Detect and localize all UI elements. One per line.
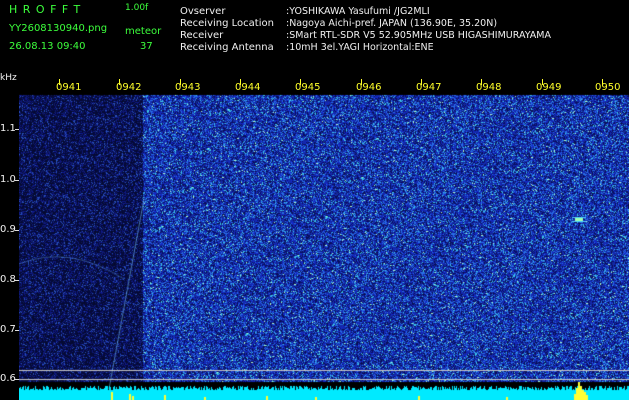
mode-label: meteor bbox=[125, 26, 162, 37]
time-label: 0948 bbox=[476, 82, 502, 93]
time-label: 0946 bbox=[356, 82, 382, 93]
meteor-count: 37 bbox=[140, 41, 153, 52]
spectrogram-waterfall bbox=[19, 79, 629, 400]
y-tick-label: 0.9 bbox=[0, 224, 16, 235]
time-label: 0944 bbox=[235, 82, 261, 93]
observer-label: Ovserver bbox=[180, 6, 226, 17]
app-logo: HROFFT bbox=[9, 3, 86, 16]
location-value: :Nagoya Aichi-pref. JAPAN (136.90E, 35.2… bbox=[286, 18, 498, 29]
file-name: YY2608130940.png bbox=[9, 23, 108, 34]
y-tick-label: 0.7 bbox=[0, 324, 16, 335]
location-label: Receiving Location bbox=[180, 18, 274, 29]
time-label: 0945 bbox=[295, 82, 321, 93]
time-label: 0941 bbox=[56, 82, 82, 93]
time-label: 0942 bbox=[116, 82, 142, 93]
hrofft-window: HROFFT 1.00f YY2608130940.png meteor 26.… bbox=[0, 0, 629, 400]
y-tick-label: 1.1 bbox=[0, 123, 16, 134]
y-tick-label: 0.6 bbox=[0, 373, 16, 384]
y-axis-unit: kHz bbox=[0, 73, 17, 83]
receiver-value: :SMart RTL-SDR V5 52.905MHz USB HIGASHIM… bbox=[286, 30, 551, 41]
observer-value: :YOSHIKAWA Yasufumi /JG2MLI bbox=[286, 6, 430, 17]
y-tick-label: 1.0 bbox=[0, 174, 16, 185]
antenna-value: :10mH 3el.YAGI Horizontal:ENE bbox=[286, 42, 434, 53]
time-label: 0947 bbox=[416, 82, 442, 93]
antenna-label: Receiving Antenna bbox=[180, 42, 274, 53]
timestamp: 26.08.13 09:40 bbox=[9, 41, 86, 52]
receiver-label: Receiver bbox=[180, 30, 224, 41]
y-tick-label: 0.8 bbox=[0, 274, 16, 285]
time-label: 0943 bbox=[175, 82, 201, 93]
time-axis: 0941 0942 0943 0944 0945 0946 0947 0948 … bbox=[19, 79, 629, 95]
app-version: 1.00f bbox=[125, 3, 149, 13]
time-label: 0950 bbox=[595, 82, 621, 93]
time-label: 0949 bbox=[536, 82, 562, 93]
